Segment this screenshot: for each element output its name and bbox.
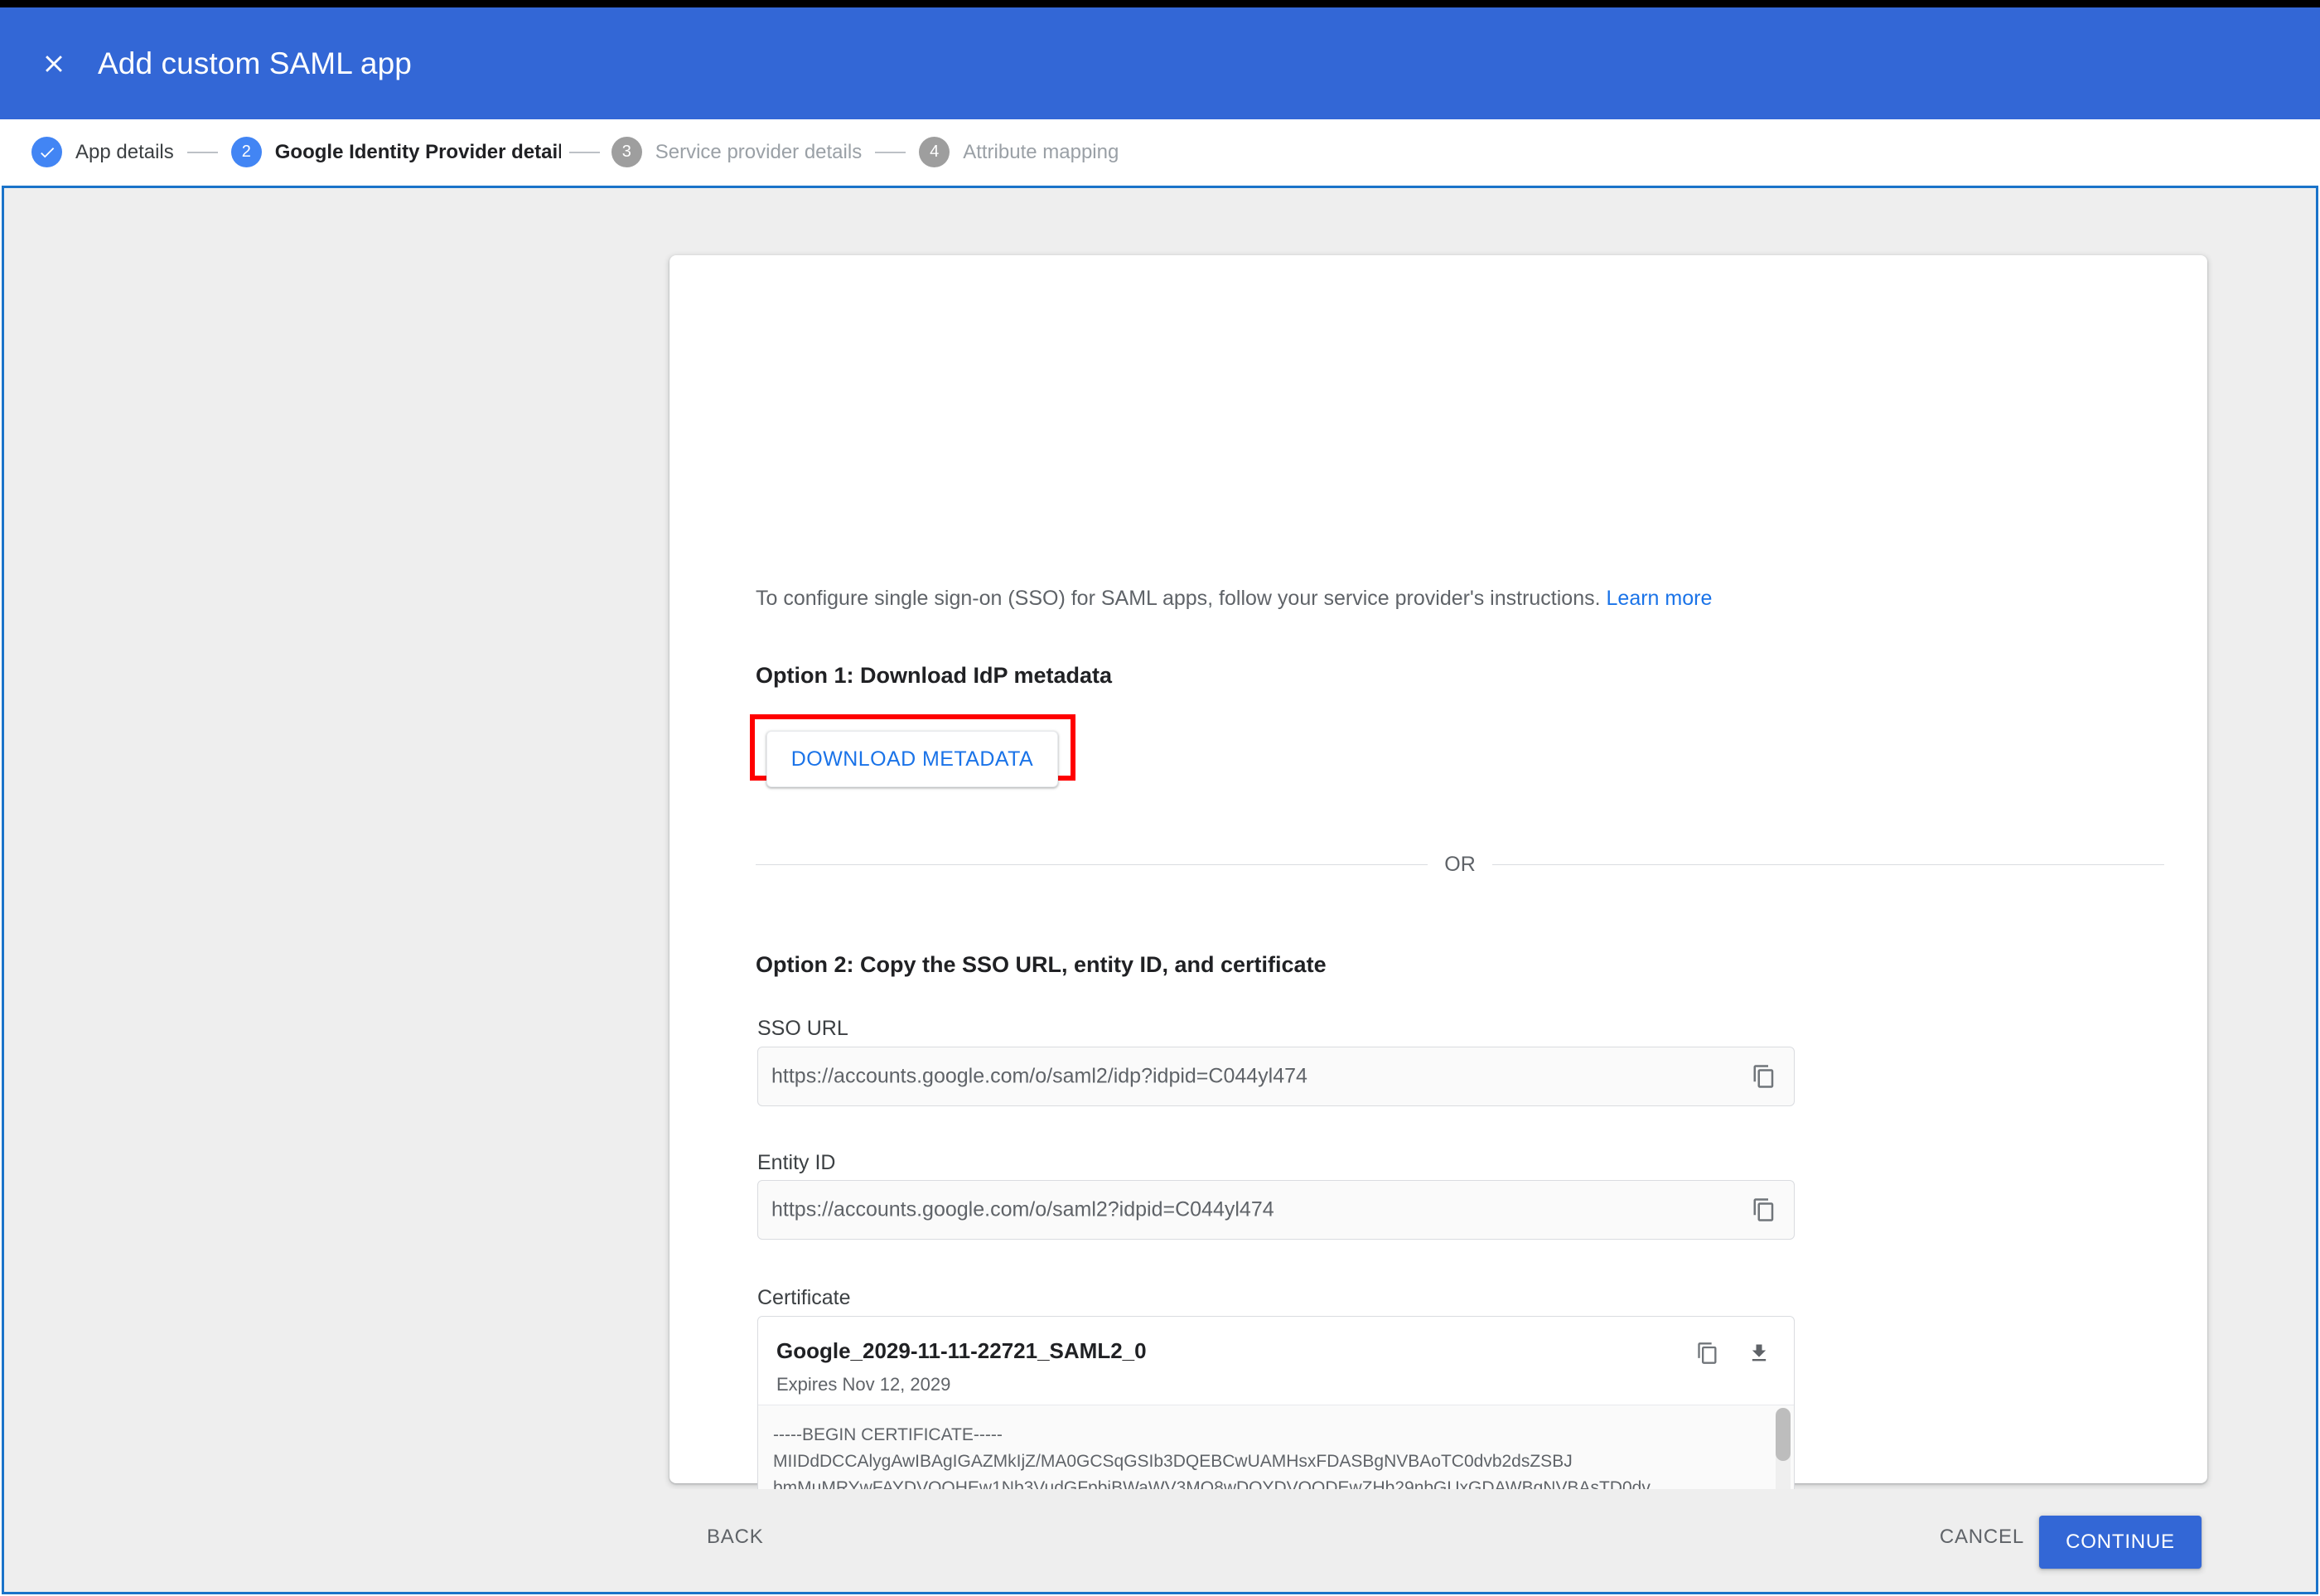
close-icon[interactable] xyxy=(30,40,78,88)
option1-heading: Option 1: Download IdP metadata xyxy=(756,665,1112,687)
certificate-header: Google_2029-11-11-22721_SAML2_0 Expires … xyxy=(758,1317,1794,1405)
copy-icon[interactable] xyxy=(1746,1192,1782,1228)
step-label-app-details: App details xyxy=(75,143,174,162)
certificate-actions xyxy=(1689,1335,1777,1371)
sso-url-label: SSO URL xyxy=(757,1018,848,1039)
download-metadata-button[interactable]: DOWNLOAD METADATA xyxy=(766,731,1058,787)
step-app-details[interactable]: App details xyxy=(31,137,174,167)
entity-id-label: Entity ID xyxy=(757,1153,835,1173)
step-connector-1 xyxy=(187,152,218,153)
step-connector-2 xyxy=(569,152,600,153)
divider-line-left xyxy=(756,864,1428,865)
dialog-header: Add custom SAML app xyxy=(0,7,2320,119)
certificate-expiry: Expires Nov 12, 2029 xyxy=(776,1376,950,1394)
step-service-provider-details[interactable]: 3 Service provider details xyxy=(611,137,862,167)
certificate-scrollbar-thumb[interactable] xyxy=(1776,1408,1791,1461)
back-button[interactable]: BACK xyxy=(707,1527,764,1547)
option2-heading: Option 2: Copy the SSO URL, entity ID, a… xyxy=(756,954,1327,976)
idp-details-card: To configure single sign-on (SSO) for SA… xyxy=(669,255,2207,1483)
dialog-footer: BACK CANCEL CONTINUE xyxy=(4,1489,2316,1592)
step-label-service-provider-details: Service provider details xyxy=(655,143,862,162)
divider-label: OR xyxy=(1428,854,1492,875)
sso-url-value: https://accounts.google.com/o/saml2/idp?… xyxy=(771,1066,1307,1087)
step-label-attribute-mapping: Attribute mapping xyxy=(963,143,1119,162)
top-strip xyxy=(0,0,2320,7)
certificate-line: -----BEGIN CERTIFICATE----- xyxy=(773,1422,1794,1448)
step-google-idp-details[interactable]: 2 Google Identity Provider details xyxy=(231,137,561,167)
check-icon xyxy=(31,137,62,167)
add-saml-app-dialog: Add custom SAML app App details 2 Google… xyxy=(0,0,2320,1596)
or-divider: OR xyxy=(756,850,2164,878)
step-number-2: 2 xyxy=(231,137,262,167)
entity-id-value: https://accounts.google.com/o/saml2?idpi… xyxy=(771,1200,1274,1221)
step-label-google-idp-details: Google Identity Provider details xyxy=(275,143,561,162)
dialog-content-region: To configure single sign-on (SSO) for SA… xyxy=(2,186,2318,1594)
step-connector-3 xyxy=(875,152,906,153)
cancel-button[interactable]: CANCEL xyxy=(1940,1527,2024,1547)
page-title: Add custom SAML app xyxy=(98,48,412,79)
download-icon[interactable] xyxy=(1741,1335,1777,1371)
step-number-4: 4 xyxy=(919,137,950,167)
certificate-label: Certificate xyxy=(757,1288,851,1308)
step-number-3: 3 xyxy=(611,137,642,167)
certificate-name: Google_2029-11-11-22721_SAML2_0 xyxy=(776,1340,1147,1361)
entity-id-field: https://accounts.google.com/o/saml2?idpi… xyxy=(757,1180,1795,1240)
certificate-line: MIIDdDCCAlygAwIBAgIGAZMkIjZ/MA0GCSqGSIb3… xyxy=(773,1448,1794,1475)
divider-line-right xyxy=(1492,864,2164,865)
learn-more-link[interactable]: Learn more xyxy=(1607,587,1713,610)
copy-icon[interactable] xyxy=(1689,1335,1726,1371)
intro-text: To configure single sign-on (SSO) for SA… xyxy=(756,588,1712,609)
step-attribute-mapping[interactable]: 4 Attribute mapping xyxy=(919,137,1119,167)
continue-button[interactable]: CONTINUE xyxy=(2039,1516,2202,1569)
sso-url-field: https://accounts.google.com/o/saml2/idp?… xyxy=(757,1047,1795,1106)
stepper: App details 2 Google Identity Provider d… xyxy=(0,119,2320,185)
copy-icon[interactable] xyxy=(1746,1058,1782,1095)
intro-sentence: To configure single sign-on (SSO) for SA… xyxy=(756,587,1607,610)
scroll-area[interactable]: To configure single sign-on (SSO) for SA… xyxy=(4,188,2316,1592)
